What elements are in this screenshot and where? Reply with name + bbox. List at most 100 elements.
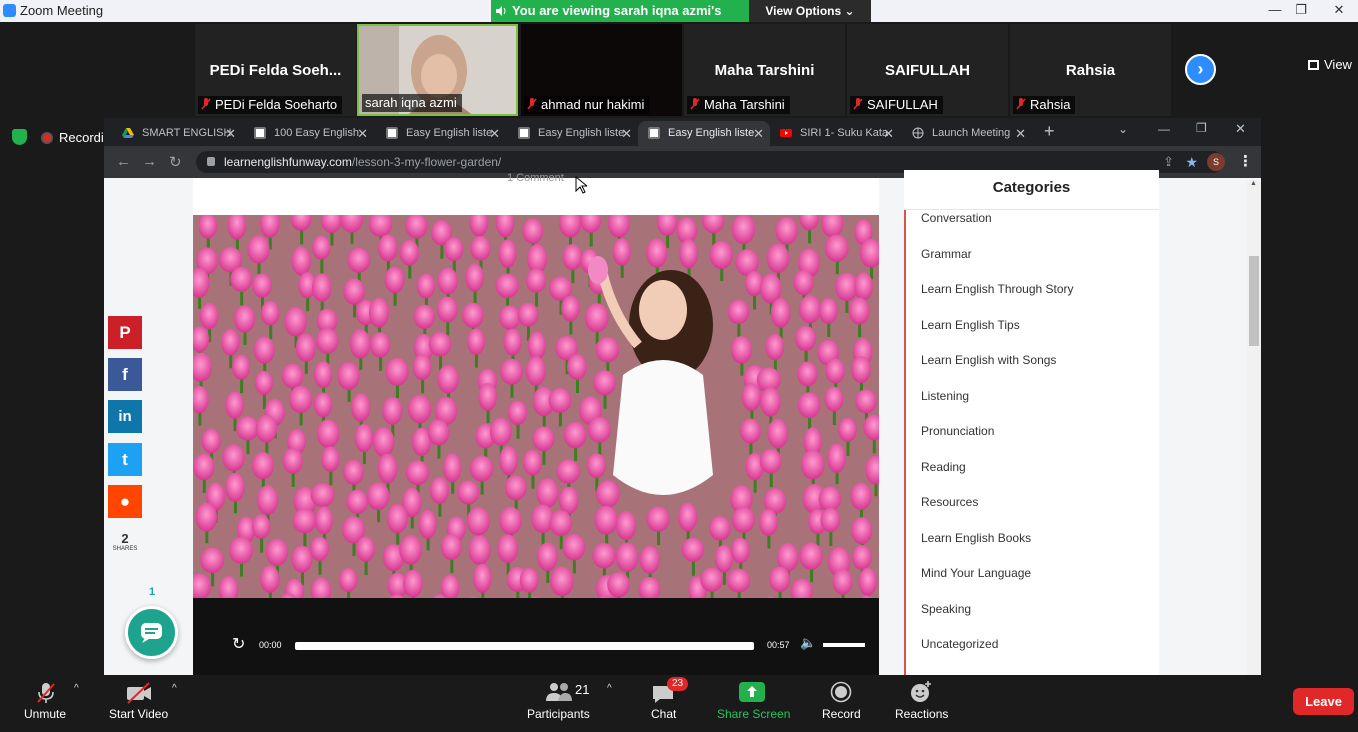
- page-scrollbar[interactable]: ▲: [1247, 180, 1261, 675]
- menu-kebab-icon[interactable]: ⋮: [1238, 152, 1253, 170]
- scrollbar-thumb[interactable]: [1249, 256, 1259, 346]
- share-icon[interactable]: ⇪: [1163, 151, 1174, 173]
- globe-icon: [912, 127, 924, 139]
- unmute-label: Unmute: [24, 707, 67, 721]
- close-tab-icon[interactable]: ✕: [1015, 121, 1026, 146]
- participants-button[interactable]: Participants: [527, 707, 590, 721]
- minimize-button[interactable]: —: [1262, 0, 1288, 20]
- participant-tile[interactable]: PEDi Felda Soeh... PEDi Felda Soeharto: [195, 24, 356, 116]
- audio-options-caret[interactable]: ^: [74, 683, 79, 694]
- new-tab-button[interactable]: +: [1044, 121, 1055, 142]
- participant-label: SAIFULLAH: [850, 96, 943, 114]
- recording-indicator: Recording: [12, 129, 118, 145]
- browser-tab[interactable]: 100 Easy English ✕: [244, 121, 374, 146]
- participant-tile[interactable]: ahmad nur hakimi: [521, 24, 682, 116]
- reddit-icon: ●: [119, 492, 131, 511]
- grid-icon: [1308, 60, 1319, 70]
- browser-tab[interactable]: Easy English liste ✕: [376, 121, 506, 146]
- profile-avatar[interactable]: S: [1207, 153, 1225, 171]
- record-button[interactable]: Record: [822, 707, 861, 721]
- volume-slider[interactable]: [823, 643, 865, 647]
- category-link[interactable]: Learn English Tips: [921, 318, 1020, 332]
- linkedin-share-button[interactable]: in: [108, 400, 142, 433]
- reactions-button[interactable]: Reactions: [895, 707, 948, 721]
- leave-button[interactable]: Leave: [1293, 688, 1354, 715]
- comment-count[interactable]: 1 Comment: [507, 172, 564, 184]
- audio-progress-bar[interactable]: [295, 642, 754, 650]
- browser-restore-button[interactable]: ❐: [1196, 121, 1207, 135]
- category-link[interactable]: Conversation: [921, 211, 992, 225]
- close-tab-icon[interactable]: ✕: [883, 121, 894, 146]
- back-icon[interactable]: ←: [116, 153, 131, 170]
- audio-player: ↻ 00:00 00:57 🔈: [193, 598, 879, 675]
- zoom-logo-icon: [3, 4, 16, 17]
- category-link[interactable]: Listening: [921, 389, 969, 403]
- start-video-button[interactable]: Start Video: [109, 707, 168, 721]
- view-options-label: View Options: [765, 4, 842, 18]
- category-link[interactable]: Mind Your Language: [921, 566, 1031, 580]
- browser-tab[interactable]: SMART ENGLISH ✕: [112, 121, 242, 146]
- replay-icon[interactable]: ↻: [232, 634, 245, 654]
- browser-close-button[interactable]: ✕: [1235, 121, 1246, 137]
- browser-tab[interactable]: SIRI 1- Suku Kata ✕: [770, 121, 900, 146]
- bookmark-star-icon[interactable]: ★: [1185, 151, 1198, 173]
- twitter-share-button[interactable]: t: [108, 443, 142, 476]
- category-link[interactable]: Grammar: [921, 247, 972, 261]
- close-tab-icon[interactable]: ✕: [621, 121, 632, 146]
- category-link[interactable]: Resources: [921, 495, 978, 509]
- close-tab-icon[interactable]: ✕: [489, 121, 500, 146]
- browser-tab[interactable]: Easy English liste ✕: [508, 121, 638, 146]
- article-image: [193, 215, 879, 598]
- reload-icon[interactable]: ↻: [169, 153, 182, 171]
- video-options-caret[interactable]: ^: [172, 683, 177, 694]
- scroll-up-icon[interactable]: ▲: [1250, 180, 1257, 187]
- site-icon: [254, 127, 266, 139]
- video-off-icon[interactable]: [125, 681, 153, 705]
- category-link[interactable]: Speaking: [921, 602, 971, 616]
- participants-options-caret[interactable]: ^: [607, 683, 612, 694]
- close-tab-icon[interactable]: ✕: [753, 121, 764, 146]
- browser-tab-active[interactable]: Easy English liste ✕: [638, 121, 770, 146]
- browser-tab[interactable]: Launch Meeting ✕: [902, 121, 1032, 146]
- restore-button[interactable]: ❐: [1288, 0, 1314, 20]
- share-count: 2: [121, 531, 129, 546]
- participant-name: Rahsia: [1065, 62, 1116, 79]
- chat-widget-button[interactable]: [125, 606, 178, 659]
- facebook-share-button[interactable]: f: [108, 358, 142, 391]
- muted-mic-icon[interactable]: [34, 681, 58, 705]
- close-tab-icon[interactable]: ✕: [357, 121, 368, 146]
- participant-tile[interactable]: Rahsia Rahsia: [1010, 24, 1171, 116]
- volume-icon[interactable]: 🔈: [800, 635, 816, 651]
- participant-name: SAIFULLAH: [885, 62, 970, 79]
- chat-button[interactable]: Chat: [651, 707, 676, 721]
- participant-tile-active-speaker[interactable]: sarah iqna azmi: [357, 24, 518, 116]
- unmute-button[interactable]: Unmute: [24, 707, 66, 721]
- forward-icon[interactable]: →: [142, 153, 157, 170]
- view-options-button[interactable]: View Options ⌄: [749, 0, 871, 22]
- close-button[interactable]: ✕: [1326, 0, 1352, 20]
- participant-tile[interactable]: SAIFULLAH SAIFULLAH: [847, 24, 1008, 116]
- category-link[interactable]: Learn English with Songs: [921, 353, 1056, 367]
- browser-minimize-button[interactable]: —: [1158, 122, 1170, 136]
- category-link[interactable]: Pronunciation: [921, 424, 994, 438]
- category-link[interactable]: Reading: [921, 460, 966, 474]
- reactions-icon[interactable]: [909, 680, 933, 704]
- next-page-button[interactable]: ›: [1185, 54, 1216, 85]
- close-tab-icon[interactable]: ✕: [225, 121, 236, 146]
- category-link[interactable]: Learn English Through Story: [921, 282, 1074, 296]
- participant-tile[interactable]: Maha Tarshini Maha Tarshini: [684, 24, 845, 116]
- participants-icon[interactable]: [545, 681, 573, 703]
- pinterest-share-button[interactable]: P: [108, 316, 142, 349]
- category-link[interactable]: Learn English Books: [921, 531, 1031, 545]
- tab-search-icon[interactable]: ⌄: [1118, 122, 1128, 136]
- participant-label-text: Rahsia: [1030, 97, 1071, 112]
- share-screen-icon[interactable]: [739, 682, 765, 702]
- participant-label: ahmad nur hakimi: [524, 96, 650, 114]
- muted-mic-icon: [201, 98, 211, 110]
- share-screen-button[interactable]: Share Screen: [717, 707, 790, 721]
- mouse-cursor-icon: [575, 176, 587, 194]
- category-link[interactable]: Uncategorized: [921, 637, 998, 651]
- reddit-share-button[interactable]: ●: [108, 485, 142, 518]
- record-icon[interactable]: [830, 681, 852, 703]
- view-button[interactable]: View: [1308, 57, 1352, 72]
